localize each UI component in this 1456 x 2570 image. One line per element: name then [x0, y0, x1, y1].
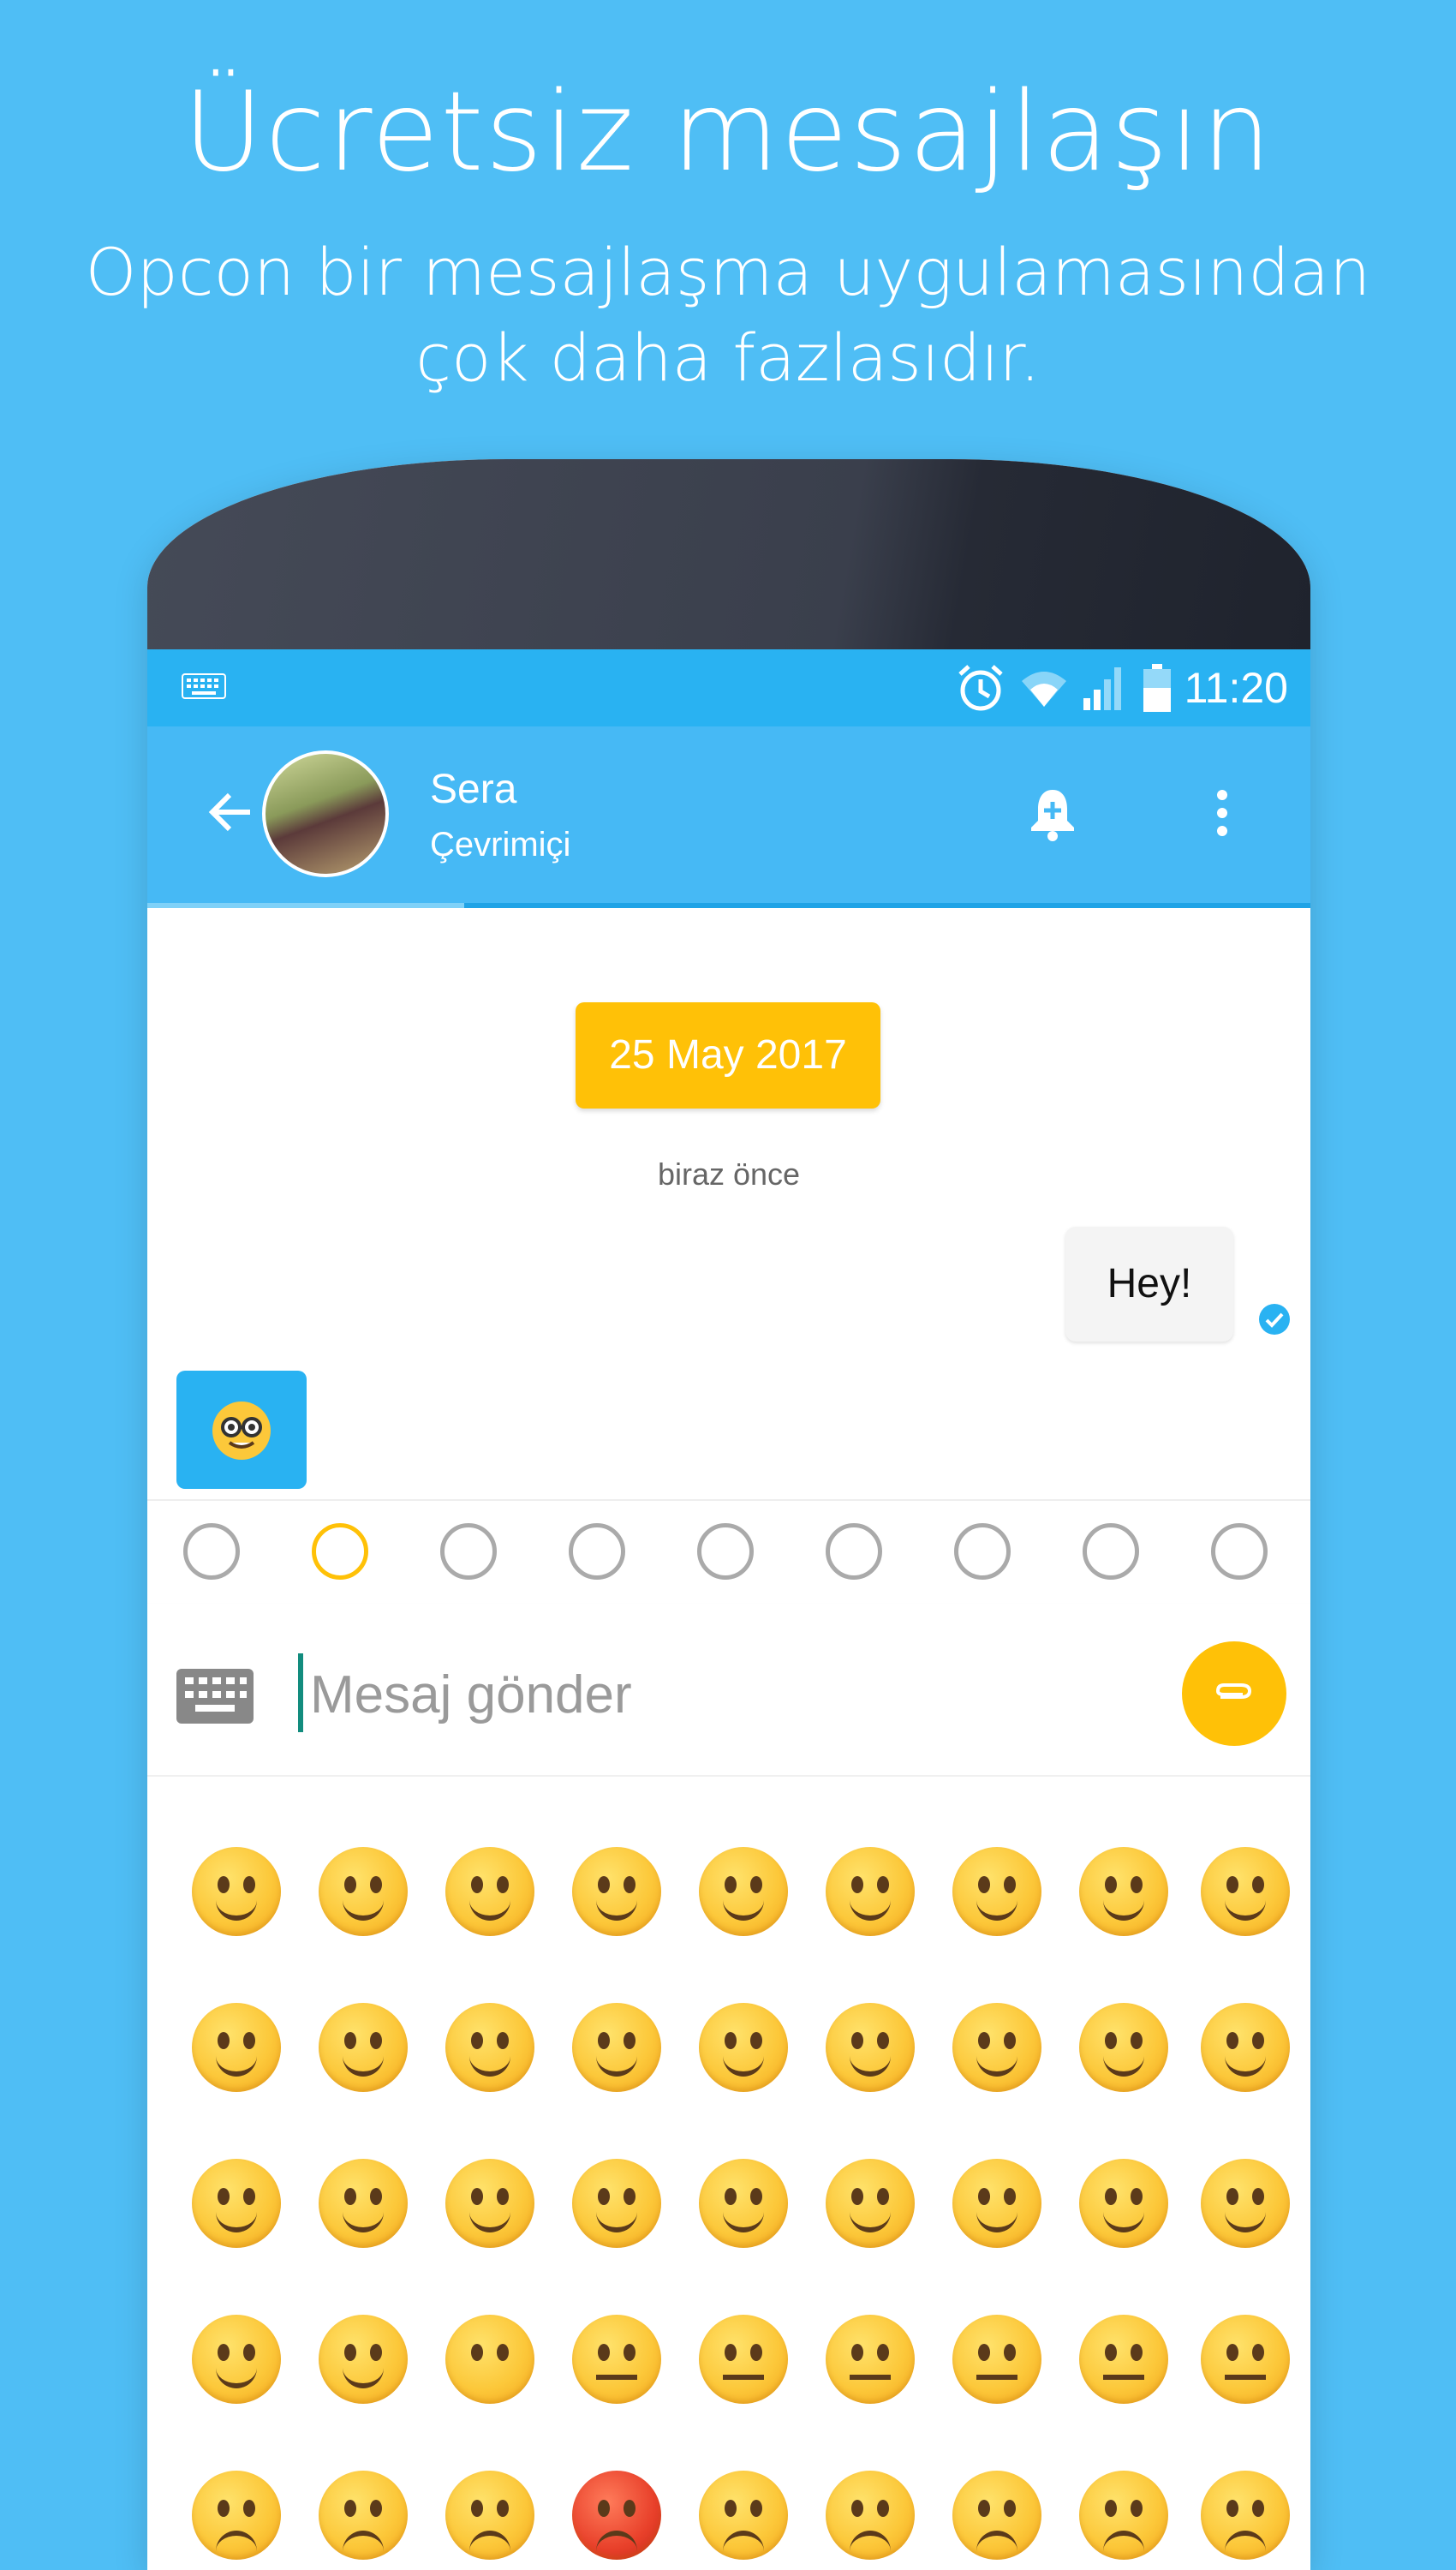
- sunglasses-emoji[interactable]: [1201, 2159, 1290, 2248]
- blush-emoji[interactable]: [319, 2003, 408, 2092]
- wifi-icon: [1021, 672, 1066, 707]
- laughing-emoji[interactable]: [1079, 1847, 1168, 1936]
- chat-header: Sera Çevrimiçi: [147, 726, 1310, 908]
- pensive-emoji[interactable]: [699, 2471, 788, 2560]
- paw-icon[interactable]: [312, 1523, 368, 1580]
- time-label: biraz önce: [657, 1156, 801, 1192]
- grimacing-face-emoji[interactable]: [319, 1847, 408, 1936]
- promo-title: Ücretsiz mesajlaşın: [182, 69, 1274, 196]
- halo-emoji[interactable]: [1201, 1847, 1290, 1936]
- keyboard-toggle-icon[interactable]: [176, 1669, 254, 1724]
- ball-icon[interactable]: [697, 1523, 754, 1580]
- keyboard-icon: [182, 673, 226, 699]
- attach-button[interactable]: [1182, 1641, 1286, 1746]
- tongue-emoji[interactable]: [826, 2159, 915, 2248]
- chat-area: 25 May 2017 biraz önce Hey!: [147, 908, 1310, 1499]
- smiley-emoji[interactable]: [699, 1847, 788, 1936]
- money-mouth-emoji[interactable]: [952, 2159, 1041, 2248]
- disappointed-emoji[interactable]: [192, 2471, 281, 2560]
- emoji-grid: [147, 1775, 1310, 2570]
- slight-smile-emoji[interactable]: [445, 2003, 534, 2092]
- persevering-emoji[interactable]: [1201, 2471, 1290, 2560]
- avatar[interactable]: [262, 750, 389, 877]
- emoji-category-bar: [147, 1499, 1310, 1605]
- paperclip-icon: [1215, 1683, 1252, 1699]
- slightly-frowning-emoji[interactable]: [952, 2471, 1041, 2560]
- alarm-icon: [958, 665, 1003, 711]
- signal-icon: [1083, 667, 1121, 710]
- incoming-message[interactable]: [176, 1371, 307, 1489]
- date-chip: 25 May 2017: [576, 1002, 880, 1109]
- text-caret: [298, 1653, 303, 1732]
- frowning-emoji[interactable]: [1079, 2471, 1168, 2560]
- eye-roll-emoji[interactable]: [952, 2315, 1041, 2404]
- worried-emoji[interactable]: [319, 2471, 408, 2560]
- kissing-emoji[interactable]: [192, 2159, 281, 2248]
- phone-frame: 11:20 Sera Çevrimiçi 25 May 2017 biraz ö…: [147, 459, 1310, 2570]
- sweat-smile-emoji[interactable]: [952, 1847, 1041, 1936]
- no-mouth-emoji[interactable]: [445, 2315, 534, 2404]
- battery-icon: [1143, 664, 1171, 712]
- smirk-emoji[interactable]: [319, 2315, 408, 2404]
- kissing-closed-eyes-emoji[interactable]: [445, 2159, 534, 2248]
- heart-icon[interactable]: [1083, 1523, 1139, 1580]
- tag-icon[interactable]: [1211, 1523, 1268, 1580]
- promo-subtitle-line2: çok daha fazlasıdır.: [415, 320, 1041, 396]
- read-check-icon: [1259, 1304, 1290, 1335]
- status-bar: 11:20: [147, 649, 1310, 726]
- relaxed-emoji[interactable]: [699, 2003, 788, 2092]
- nerd-face-emoji-icon: [212, 1402, 271, 1460]
- winking-tongue-emoji[interactable]: [572, 2159, 661, 2248]
- expressionless-emoji[interactable]: [699, 2315, 788, 2404]
- beaming-face-emoji[interactable]: [445, 1847, 534, 1936]
- outgoing-message[interactable]: Hey!: [1065, 1227, 1233, 1342]
- promo-subtitle-line1: Opcon bir mesajlaşma uygulamasından: [85, 234, 1371, 310]
- yum-emoji[interactable]: [826, 2003, 915, 2092]
- back-arrow-icon[interactable]: [206, 786, 257, 838]
- elephant-icon[interactable]: [569, 1523, 625, 1580]
- grinning-face-emoji[interactable]: [192, 1847, 281, 1936]
- sun-icon[interactable]: [826, 1523, 882, 1580]
- thinking-emoji[interactable]: [1079, 2315, 1168, 2404]
- recent-clock-icon[interactable]: [183, 1523, 240, 1580]
- relieved-emoji[interactable]: [952, 2003, 1041, 2092]
- flushed-emoji[interactable]: [1201, 2315, 1290, 2404]
- message-input-bar: [147, 1604, 1310, 1775]
- lamp-icon[interactable]: [954, 1523, 1011, 1580]
- kissing-heart-emoji[interactable]: [1201, 2003, 1290, 2092]
- smile-emoji[interactable]: [826, 1847, 915, 1936]
- hugging-emoji[interactable]: [192, 2315, 281, 2404]
- neutral-face-emoji[interactable]: [572, 2315, 661, 2404]
- nerd-emoji[interactable]: [1079, 2159, 1168, 2248]
- status-time: 11:20: [1184, 664, 1288, 712]
- more-vert-icon[interactable]: [1209, 783, 1235, 843]
- piggy-icon[interactable]: [440, 1523, 497, 1580]
- kissing-smiling-eyes-emoji[interactable]: [319, 2159, 408, 2248]
- contact-status: Çevrimiçi: [430, 826, 571, 864]
- message-input[interactable]: [308, 1647, 1048, 1742]
- confused-emoji[interactable]: [826, 2471, 915, 2560]
- bell-plus-icon[interactable]: [1023, 783, 1083, 843]
- phone-top-bezel: [147, 459, 1310, 649]
- pouting-emoji[interactable]: [572, 2471, 661, 2560]
- tears-of-joy-emoji[interactable]: [572, 1847, 661, 1936]
- unamused-emoji[interactable]: [826, 2315, 915, 2404]
- contact-name[interactable]: Sera: [430, 766, 516, 813]
- wink-emoji[interactable]: [192, 2003, 281, 2092]
- promo-subtitle: Opcon bir mesajlaşma uygulamasından çok …: [0, 230, 1456, 401]
- upside-down-emoji[interactable]: [572, 2003, 661, 2092]
- heart-eyes-emoji[interactable]: [1079, 2003, 1168, 2092]
- angry-emoji[interactable]: [445, 2471, 534, 2560]
- squinting-tongue-emoji[interactable]: [699, 2159, 788, 2248]
